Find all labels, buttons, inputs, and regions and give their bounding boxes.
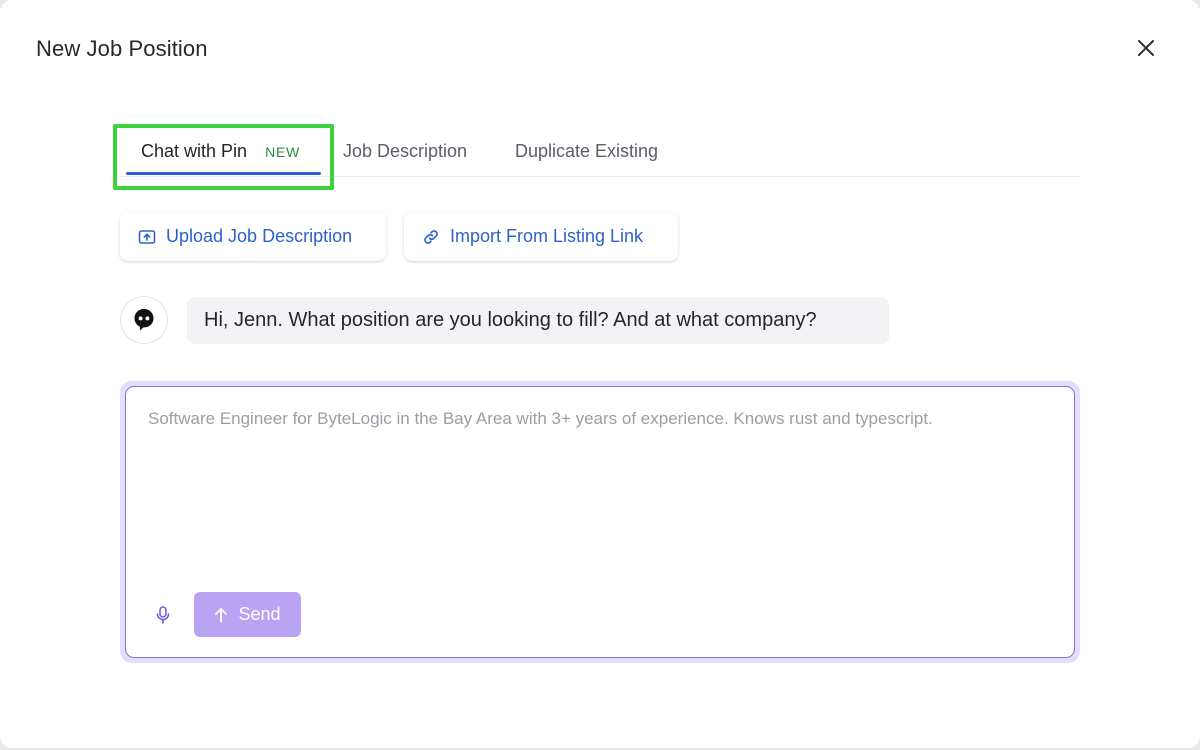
- upload-icon: [138, 229, 156, 244]
- send-button-label: Send: [238, 604, 281, 624]
- close-icon: [1138, 40, 1154, 56]
- upload-button-label: Upload Job Description: [166, 226, 353, 246]
- arrow-up-icon: [215, 607, 228, 622]
- tab-job-description[interactable]: Job Description: [343, 126, 467, 177]
- import-button-label: Import From Listing Link: [450, 226, 644, 246]
- send-button[interactable]: Send: [194, 592, 301, 637]
- tab-label: Chat with Pin: [141, 141, 248, 161]
- pin-bot-icon: [134, 309, 154, 331]
- assistant-message-bubble: Hi, Jenn. What position are you looking …: [187, 297, 889, 344]
- tab-label: Duplicate Existing: [515, 141, 659, 161]
- assistant-message-text: Hi, Jenn. What position are you looking …: [204, 309, 817, 331]
- message-input[interactable]: [148, 407, 1058, 567]
- new-job-position-modal: New Job Position Chat with Pin NEW Job D…: [0, 0, 1200, 748]
- import-from-listing-link-button[interactable]: Import From Listing Link: [404, 212, 678, 261]
- microphone-icon: [156, 606, 170, 624]
- assistant-avatar: [120, 296, 168, 344]
- microphone-button[interactable]: [152, 603, 174, 627]
- upload-job-description-button[interactable]: Upload Job Description: [120, 212, 386, 261]
- tab-bar: Chat with Pin NEW Job Description Duplic…: [120, 126, 1080, 177]
- tab-chat-with-pin[interactable]: Chat with Pin NEW: [126, 126, 321, 177]
- tab-label: Job Description: [343, 141, 468, 161]
- tab-duplicate-existing[interactable]: Duplicate Existing: [515, 126, 658, 177]
- modal-title: New Job Position: [36, 36, 208, 61]
- link-icon: [424, 229, 438, 244]
- active-tab-indicator: [126, 172, 321, 175]
- new-badge: NEW: [265, 143, 301, 160]
- close-button[interactable]: [1132, 34, 1160, 62]
